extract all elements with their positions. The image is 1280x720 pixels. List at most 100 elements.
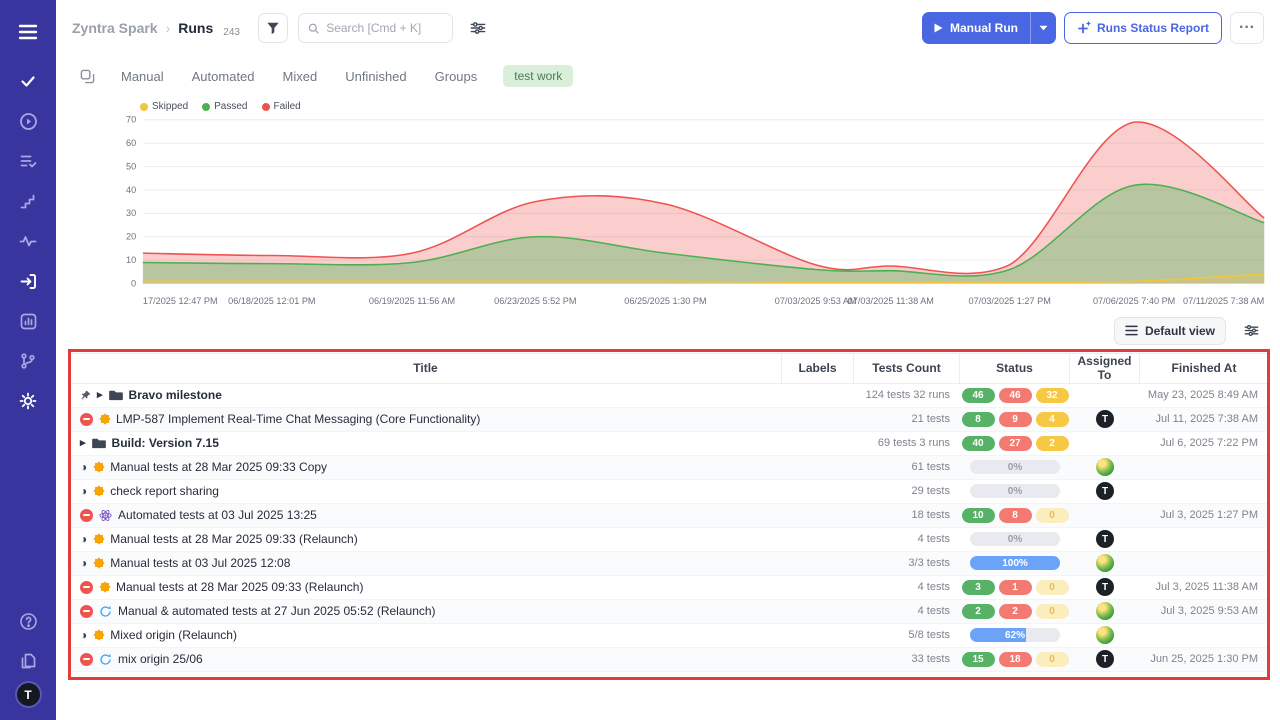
mixed-origin-icon: [99, 653, 112, 666]
runs-status-report-button[interactable]: Runs Status Report: [1064, 12, 1222, 44]
default-view-button[interactable]: Default view: [1114, 317, 1226, 345]
table-row[interactable]: LMP-587 Implement Real-Time Chat Messagi…: [70, 408, 1268, 432]
title-cell[interactable]: Manual tests at 28 Mar 2025 09:33 (Relau…: [70, 580, 782, 594]
title-cell[interactable]: ◑Mixed origin (Relaunch): [70, 628, 782, 642]
assignee-avatar[interactable]: [1096, 554, 1114, 572]
assignee-avatar[interactable]: T: [1096, 650, 1114, 668]
documents-icon[interactable]: [11, 644, 45, 678]
title-cell[interactable]: ◑check report sharing: [70, 484, 782, 498]
branch-icon[interactable]: [11, 344, 45, 378]
run-title[interactable]: Automated tests at 03 Jul 2025 13:25: [118, 508, 317, 522]
tests-count-cell: 21 tests: [854, 413, 960, 425]
run-title[interactable]: Manual tests at 28 Mar 2025 09:33 Copy: [110, 460, 327, 474]
table-row[interactable]: Manual & automated tests at 27 Jun 2025 …: [70, 600, 1268, 624]
run-title[interactable]: mix origin 25/06: [118, 652, 203, 666]
breadcrumb-project[interactable]: Zyntra Spark: [72, 20, 158, 36]
run-title[interactable]: Manual tests at 28 Mar 2025 09:33 (Relau…: [110, 532, 357, 546]
title-cell[interactable]: Manual & automated tests at 27 Jun 2025 …: [70, 604, 782, 618]
title-cell[interactable]: LMP-587 Implement Real-Time Chat Messagi…: [70, 412, 782, 426]
table-row[interactable]: mix origin 25/0633 tests15180TJun 25, 20…: [70, 648, 1268, 672]
settings-gear-icon[interactable]: [11, 384, 45, 418]
help-icon[interactable]: [11, 604, 45, 638]
run-title[interactable]: check report sharing: [110, 484, 219, 498]
filter-tab-automated[interactable]: Automated: [192, 69, 255, 84]
runs-current-icon[interactable]: [11, 264, 45, 298]
svg-text:07/03/2025 9:53 AM: 07/03/2025 9:53 AM: [775, 296, 857, 306]
assignee-avatar[interactable]: T: [1096, 482, 1114, 500]
page-title: Runs: [178, 20, 213, 36]
run-title[interactable]: LMP-587 Implement Real-Time Chat Messagi…: [116, 412, 480, 426]
assignee-avatar[interactable]: T: [1096, 410, 1114, 428]
table-row[interactable]: ▸Bravo milestone124 tests 32 runs464632M…: [70, 384, 1268, 408]
reports-icon[interactable]: [11, 304, 45, 338]
filter-tab-groups[interactable]: Groups: [435, 69, 478, 84]
progress-label: 0%: [970, 460, 1060, 474]
assignee-avatar[interactable]: T: [1096, 578, 1114, 596]
expand-caret-icon[interactable]: ▸: [80, 438, 86, 449]
column-header-title[interactable]: Title: [70, 354, 782, 383]
expand-caret-icon[interactable]: ▸: [97, 390, 103, 401]
test-cases-icon[interactable]: [11, 64, 45, 98]
filter-tab-manual[interactable]: Manual: [121, 69, 164, 84]
title-cell[interactable]: Automated tests at 03 Jul 2025 13:25: [70, 508, 782, 522]
search-input[interactable]: [326, 21, 443, 35]
table-row[interactable]: ◑Manual tests at 03 Jul 2025 12:083/3 te…: [70, 552, 1268, 576]
run-title[interactable]: Mixed origin (Relaunch): [110, 628, 237, 642]
title-cell[interactable]: ▸ Build: Version 7.15: [70, 436, 782, 450]
menu-icon[interactable]: [11, 15, 45, 49]
column-header-finished-at[interactable]: Finished At: [1140, 354, 1268, 383]
column-header-status[interactable]: Status: [960, 354, 1070, 383]
milestones-icon[interactable]: [11, 184, 45, 218]
progress-bar: 0%: [970, 484, 1060, 498]
breadcrumb-separator: ›: [166, 20, 171, 36]
filter-button[interactable]: [258, 13, 288, 43]
table-row[interactable]: ◑check report sharing29 tests0%T: [70, 480, 1268, 504]
svg-text:06/18/2025 12:01 PM: 06/18/2025 12:01 PM: [228, 296, 315, 306]
table-row[interactable]: ◑Mixed origin (Relaunch)5/8 tests62%: [70, 624, 1268, 648]
user-avatar[interactable]: T: [15, 681, 42, 708]
title-cell[interactable]: mix origin 25/06: [70, 652, 782, 666]
skipped-count-badge: 0: [1036, 580, 1069, 595]
table-row[interactable]: Automated tests at 03 Jul 2025 13:2518 t…: [70, 504, 1268, 528]
table-row[interactable]: ◑Manual tests at 28 Mar 2025 09:33 Copy6…: [70, 456, 1268, 480]
column-header-labels[interactable]: Labels: [782, 354, 854, 383]
stopped-status-icon: [80, 653, 93, 666]
filter-tab-unfinished[interactable]: Unfinished: [345, 69, 406, 84]
column-header-tests-count[interactable]: Tests Count: [854, 354, 960, 383]
column-header-assigned-to[interactable]: Assigned To: [1070, 354, 1140, 383]
test-plans-icon[interactable]: [11, 144, 45, 178]
activity-icon[interactable]: [11, 224, 45, 258]
run-title[interactable]: Bravo milestone: [129, 388, 222, 402]
progress-bar: 0%: [970, 460, 1060, 474]
table-header: TitleLabelsTests CountStatusAssigned ToF…: [70, 353, 1268, 384]
assignee-avatar[interactable]: T: [1096, 530, 1114, 548]
status-cell: 0%: [960, 460, 1070, 474]
assignee-avatar[interactable]: [1096, 458, 1114, 476]
manual-run-dropdown[interactable]: [1030, 12, 1056, 44]
run-title[interactable]: Build: Version 7.15: [112, 436, 219, 450]
failed-count-badge: 27: [999, 436, 1032, 451]
display-settings-button[interactable]: [463, 13, 493, 43]
title-cell[interactable]: ◑Manual tests at 03 Jul 2025 12:08: [70, 556, 782, 570]
filter-tag-test-work[interactable]: test work: [503, 65, 573, 87]
table-settings-button[interactable]: [1236, 316, 1266, 346]
table-row[interactable]: Manual tests at 28 Mar 2025 09:33 (Relau…: [70, 576, 1268, 600]
filter-tab-mixed[interactable]: Mixed: [283, 69, 318, 84]
run-title[interactable]: Manual & automated tests at 27 Jun 2025 …: [118, 604, 436, 618]
assignee-avatar[interactable]: [1096, 626, 1114, 644]
title-cell[interactable]: ◑Manual tests at 28 Mar 2025 09:33 (Rela…: [70, 532, 782, 546]
run-title[interactable]: Manual tests at 03 Jul 2025 12:08: [110, 556, 290, 570]
passed-count-badge: 2: [962, 604, 995, 619]
assignee-avatar[interactable]: [1096, 602, 1114, 620]
title-cell[interactable]: ▸ Bravo milestone: [70, 388, 782, 402]
list-view-icon: [1125, 325, 1138, 336]
table-row[interactable]: ▸Build: Version 7.1569 tests 3 runs40272…: [70, 432, 1268, 456]
more-actions-button[interactable]: ···: [1230, 12, 1264, 44]
assigned-to-cell: T: [1070, 650, 1140, 668]
title-cell[interactable]: ◑Manual tests at 28 Mar 2025 09:33 Copy: [70, 460, 782, 474]
table-row[interactable]: ◑Manual tests at 28 Mar 2025 09:33 (Rela…: [70, 528, 1268, 552]
test-runs-icon[interactable]: [11, 104, 45, 138]
manual-run-button[interactable]: Manual Run: [922, 12, 1030, 44]
search-box[interactable]: [298, 13, 453, 43]
run-title[interactable]: Manual tests at 28 Mar 2025 09:33 (Relau…: [116, 580, 363, 594]
